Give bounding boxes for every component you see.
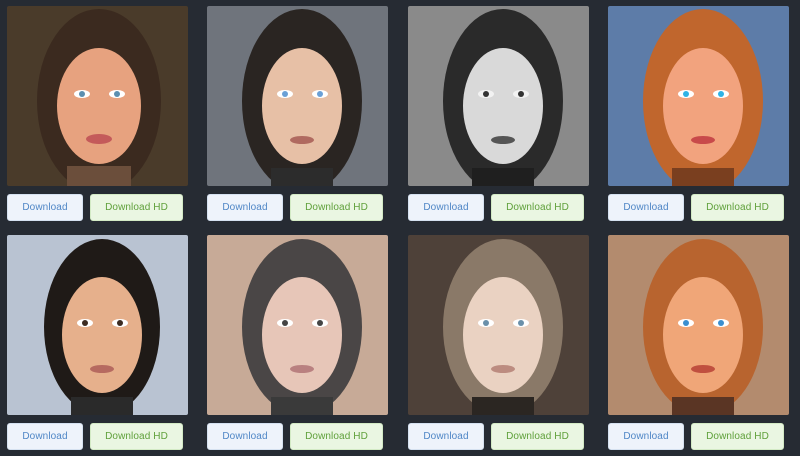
result-card: Download Download HD [408,6,589,221]
card-actions: Download Download HD [608,423,789,450]
download-button[interactable]: Download [608,194,684,221]
portrait-graphic [408,235,589,415]
image-results-grid: Download Download HD Download Download H… [0,0,800,456]
portrait-graphic [7,235,188,415]
portrait-image[interactable] [7,235,188,415]
download-hd-button[interactable]: Download HD [691,423,784,450]
download-hd-button[interactable]: Download HD [90,423,183,450]
download-button[interactable]: Download [207,194,283,221]
portrait-image[interactable] [7,6,188,186]
card-actions: Download Download HD [207,194,388,221]
result-card: Download Download HD [608,235,789,450]
portrait-image[interactable] [207,6,388,186]
result-card: Download Download HD [7,6,188,221]
portrait-graphic [7,6,188,186]
portrait-image[interactable] [408,235,589,415]
portrait-graphic [207,235,388,415]
result-card: Download Download HD [207,6,388,221]
card-actions: Download Download HD [207,423,388,450]
download-hd-button[interactable]: Download HD [491,423,584,450]
portrait-image[interactable] [207,235,388,415]
download-hd-button[interactable]: Download HD [491,194,584,221]
portrait-graphic [408,6,589,186]
portrait-image[interactable] [608,235,789,415]
card-actions: Download Download HD [608,194,789,221]
card-actions: Download Download HD [408,194,589,221]
portrait-graphic [207,6,388,186]
download-hd-button[interactable]: Download HD [691,194,784,221]
portrait-graphic [608,235,789,415]
download-button[interactable]: Download [7,423,83,450]
result-card: Download Download HD [7,235,188,450]
portrait-graphic [608,6,789,186]
download-hd-button[interactable]: Download HD [290,194,383,221]
download-button[interactable]: Download [7,194,83,221]
result-card: Download Download HD [207,235,388,450]
result-card: Download Download HD [608,6,789,221]
portrait-image[interactable] [608,6,789,186]
download-button[interactable]: Download [608,423,684,450]
portrait-image[interactable] [408,6,589,186]
result-card: Download Download HD [408,235,589,450]
card-actions: Download Download HD [408,423,589,450]
download-hd-button[interactable]: Download HD [90,194,183,221]
card-actions: Download Download HD [7,423,188,450]
card-actions: Download Download HD [7,194,188,221]
download-button[interactable]: Download [408,423,484,450]
download-button[interactable]: Download [408,194,484,221]
download-hd-button[interactable]: Download HD [290,423,383,450]
download-button[interactable]: Download [207,423,283,450]
